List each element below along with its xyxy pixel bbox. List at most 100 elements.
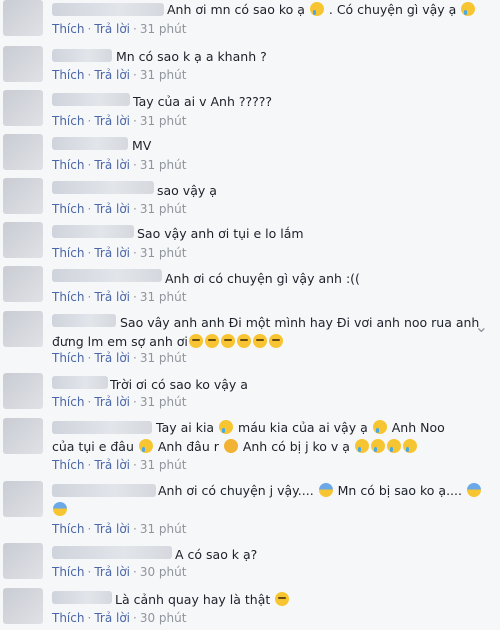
comment-actions: Thích · Trả lời · 30 phút — [52, 611, 187, 625]
comment-text: Anh ơi có chuyện j vậy.... Mn có bị sao … — [52, 481, 492, 519]
reply-link[interactable]: Trả lời — [94, 68, 130, 82]
reply-link[interactable]: Trả lời — [94, 565, 130, 579]
comment-text: Mn có sao k ạ a khanh ? — [116, 49, 267, 64]
avatar[interactable] — [3, 222, 43, 258]
comment-text: MV — [132, 138, 152, 153]
like-link[interactable]: Thích — [52, 158, 84, 172]
scream-emoji-icon — [318, 483, 333, 497]
reply-link[interactable]: Trả lời — [94, 202, 130, 216]
commenter-name[interactable] — [52, 591, 112, 604]
comment-text: sao vậy ạ — [157, 183, 217, 198]
commenter-name[interactable] — [52, 137, 128, 150]
crying-emoji-icon — [402, 439, 417, 453]
comment-actions: Thích · Trả lời · 31 phút — [52, 290, 187, 304]
avatar[interactable] — [3, 0, 43, 36]
timestamp[interactable]: 31 phút — [140, 114, 187, 128]
like-link[interactable]: Thích — [52, 611, 84, 625]
commenter-name[interactable] — [52, 269, 162, 282]
sad-emoji-icon — [275, 592, 290, 606]
like-link[interactable]: Thích — [52, 290, 84, 304]
commenter-name[interactable] — [52, 546, 172, 559]
commenter-name[interactable] — [52, 3, 164, 16]
comment-text: Trời ơi có sao ko vậy a — [110, 377, 248, 392]
comment-actions: Thích · Trả lời · 31 phút — [52, 22, 187, 36]
like-link[interactable]: Thích — [52, 202, 84, 216]
comment-actions: Thích · Trả lời · 31 phút — [52, 522, 187, 536]
comment-text: Sao vây anh anh Đi một mình hay Đi vơi a… — [52, 315, 480, 349]
crying-emoji-icon — [219, 420, 234, 434]
like-link[interactable]: Thích — [52, 68, 84, 82]
avatar[interactable] — [3, 588, 43, 624]
like-link[interactable]: Thích — [52, 351, 84, 365]
timestamp[interactable]: 31 phút — [140, 68, 187, 82]
crying-emoji-icon — [309, 2, 324, 16]
like-link[interactable]: Thích — [52, 246, 84, 260]
commenter-name[interactable] — [52, 93, 130, 106]
disappointed-emoji-icon — [268, 334, 283, 348]
like-link[interactable]: Thích — [52, 114, 84, 128]
crying-emoji-icon — [138, 439, 153, 453]
commenter-name[interactable] — [52, 376, 108, 389]
fearful-emoji-icon — [53, 502, 67, 516]
commenter-name[interactable] — [52, 181, 154, 194]
reply-link[interactable]: Trả lời — [94, 158, 130, 172]
avatar[interactable] — [3, 418, 43, 454]
timestamp[interactable]: 31 phút — [140, 202, 187, 216]
crying-emoji-icon — [370, 439, 385, 453]
comment-text: Sao vậy anh ơi tụi e lo lắm — [137, 226, 304, 241]
disappointed-emoji-icon — [204, 334, 219, 348]
comment-actions: Thích · Trả lời · 31 phút — [52, 202, 187, 216]
reply-link[interactable]: Trả lời — [94, 522, 130, 536]
reply-link[interactable]: Trả lời — [94, 290, 130, 304]
reply-link[interactable]: Trả lời — [94, 458, 130, 472]
timestamp[interactable]: 31 phút — [140, 22, 187, 36]
reply-link[interactable]: Trả lời — [94, 395, 130, 409]
timestamp[interactable]: 31 phút — [140, 395, 187, 409]
disappointed-emoji-icon — [220, 334, 235, 348]
avatar[interactable] — [3, 311, 43, 347]
timestamp[interactable]: 31 phút — [140, 158, 187, 172]
avatar[interactable] — [3, 481, 43, 517]
crying-emoji-icon — [372, 420, 387, 434]
timestamp[interactable]: 31 phút — [140, 351, 187, 365]
comment-text: Tay của ai v Anh ????? — [133, 94, 273, 109]
commenter-name[interactable] — [52, 225, 134, 238]
timestamp[interactable]: 31 phút — [140, 522, 187, 536]
avatar[interactable] — [3, 90, 43, 126]
comment-text: Là cảnh quay hay là thật — [115, 590, 290, 609]
fearful-emoji-icon — [466, 483, 481, 497]
like-link[interactable]: Thích — [52, 458, 84, 472]
comment-actions: Thích · Trả lời · 31 phút — [52, 158, 187, 172]
reply-link[interactable]: Trả lời — [94, 22, 130, 36]
comment-text: Anh ơi có chuyện gì vậy anh :(( — [165, 271, 360, 286]
crying-emoji-icon — [354, 439, 369, 453]
like-link[interactable]: Thích — [52, 522, 84, 536]
comment-actions: Thích · Trả lời · 31 phút — [52, 114, 187, 128]
like-link[interactable]: Thích — [52, 565, 84, 579]
crying-emoji-icon — [386, 439, 401, 453]
timestamp[interactable]: 31 phút — [140, 290, 187, 304]
avatar[interactable] — [3, 373, 43, 409]
avatar[interactable] — [3, 266, 43, 302]
disappointed-emoji-icon — [236, 334, 251, 348]
reply-link[interactable]: Trả lời — [94, 246, 130, 260]
reply-link[interactable]: Trả lời — [94, 114, 130, 128]
avatar[interactable] — [3, 46, 43, 82]
timestamp[interactable]: 30 phút — [140, 565, 187, 579]
comment-actions: Thích · Trả lời · 30 phút — [52, 565, 187, 579]
comment-actions: Thích · Trả lời · 31 phút — [52, 246, 187, 260]
timestamp[interactable]: 31 phút — [140, 246, 187, 260]
timestamp[interactable]: 31 phút — [140, 458, 187, 472]
chevron-down-icon[interactable]: ⌄ — [475, 317, 488, 336]
reply-link[interactable]: Trả lời — [94, 611, 130, 625]
like-link[interactable]: Thích — [52, 395, 84, 409]
reply-link[interactable]: Trả lời — [94, 351, 130, 365]
avatar[interactable] — [3, 178, 43, 214]
avatar[interactable] — [3, 134, 43, 170]
crying-emoji-icon — [461, 2, 476, 16]
like-link[interactable]: Thích — [52, 22, 84, 36]
avatar[interactable] — [3, 543, 43, 579]
timestamp[interactable]: 30 phút — [140, 611, 187, 625]
disappointed-emoji-icon — [252, 334, 267, 348]
commenter-name[interactable] — [52, 49, 112, 62]
